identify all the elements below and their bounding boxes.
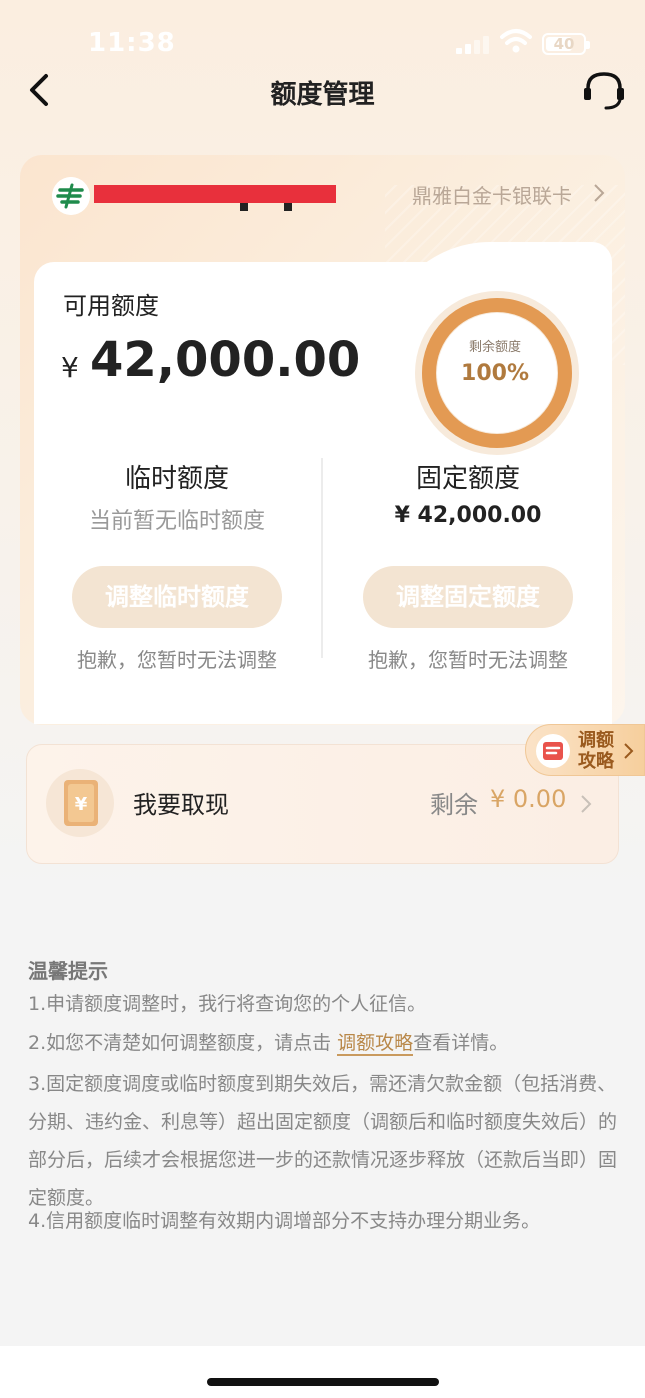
strategy-icon: [536, 734, 570, 768]
cash-document-icon: ¥: [64, 780, 98, 826]
withdraw-remaining-label: 剩余: [430, 791, 478, 819]
available-limit-amount: 42,000.00: [90, 332, 361, 388]
temporary-adjust-note: 抱歉，您暂时无法调整: [77, 648, 277, 672]
fixed-limit-value: ¥ 42,000.00: [394, 503, 542, 528]
tip-1: 1.申请额度调整时，我行将查询您的个人征信。: [28, 993, 427, 1015]
status-time: 11:38: [88, 28, 176, 58]
withdraw-label: 我要取现: [133, 791, 229, 819]
temporary-limit-title: 临时额度: [124, 464, 229, 494]
home-indicator[interactable]: [207, 1378, 439, 1386]
adjust-strategy-tag[interactable]: 调额 攻略: [525, 724, 645, 776]
remaining-limit-label: 剩余额度: [468, 340, 521, 355]
chevron-right-icon[interactable]: [592, 182, 606, 204]
currency-symbol: ¥: [61, 351, 79, 384]
svg-text:¥: ¥: [75, 794, 88, 815]
signal-icon: [456, 34, 490, 54]
card-type-link[interactable]: 鼎雅白金卡银联卡: [412, 180, 572, 209]
redaction-remnant: [240, 203, 292, 211]
bank-logo-icon: [52, 177, 90, 215]
page-title: 额度管理: [270, 80, 375, 110]
strategy-text: 调额 攻略: [578, 730, 620, 772]
chevron-right-icon: [624, 743, 634, 759]
strategy-line-1: 调额: [578, 730, 614, 751]
bottom-safe-area: [0, 1346, 645, 1398]
tip-2: 2.如您不清楚如何调整额度，请点击 调额攻略查看详情。: [28, 1024, 620, 1062]
chevron-right-icon[interactable]: [580, 793, 592, 815]
wifi-icon: [500, 29, 532, 53]
tip-3: 3.固定额度调度或临时额度到期失效后，需还清欠款金额（包括消费、分期、违约金、利…: [28, 1073, 618, 1209]
battery-level: 40: [553, 35, 575, 53]
remaining-limit-percent: 100%: [461, 361, 529, 386]
tip-2-suffix: 查看详情。: [413, 1032, 509, 1054]
tip-2-prefix: 2.如您不清楚如何调整额度，请点击: [28, 1032, 338, 1054]
temporary-limit-status: 当前暂无临时额度: [88, 509, 265, 534]
redacted-card-number: [94, 185, 336, 203]
tips-title: 温馨提示: [28, 959, 108, 983]
customer-service-icon[interactable]: [580, 68, 628, 112]
column-divider: [321, 458, 323, 658]
adjust-temporary-button[interactable]: 调整临时额度: [72, 566, 282, 628]
battery-icon: 40: [542, 33, 590, 55]
fixed-limit-title: 固定额度: [415, 464, 520, 494]
nav-bar: 额度管理: [0, 60, 645, 120]
adjust-fixed-button[interactable]: 调整固定额度: [363, 566, 573, 628]
available-limit-label: 可用额度: [63, 292, 159, 320]
tip-4: 4.信用额度临时调整有效期内调增部分不支持办理分期业务。: [28, 1210, 541, 1232]
adjust-strategy-link[interactable]: 调额攻略: [337, 1032, 414, 1056]
strategy-line-2: 攻略: [578, 751, 614, 772]
withdraw-remaining-amount: ¥ 0.00: [490, 785, 567, 813]
fixed-adjust-note: 抱歉，您暂时无法调整: [368, 648, 568, 672]
